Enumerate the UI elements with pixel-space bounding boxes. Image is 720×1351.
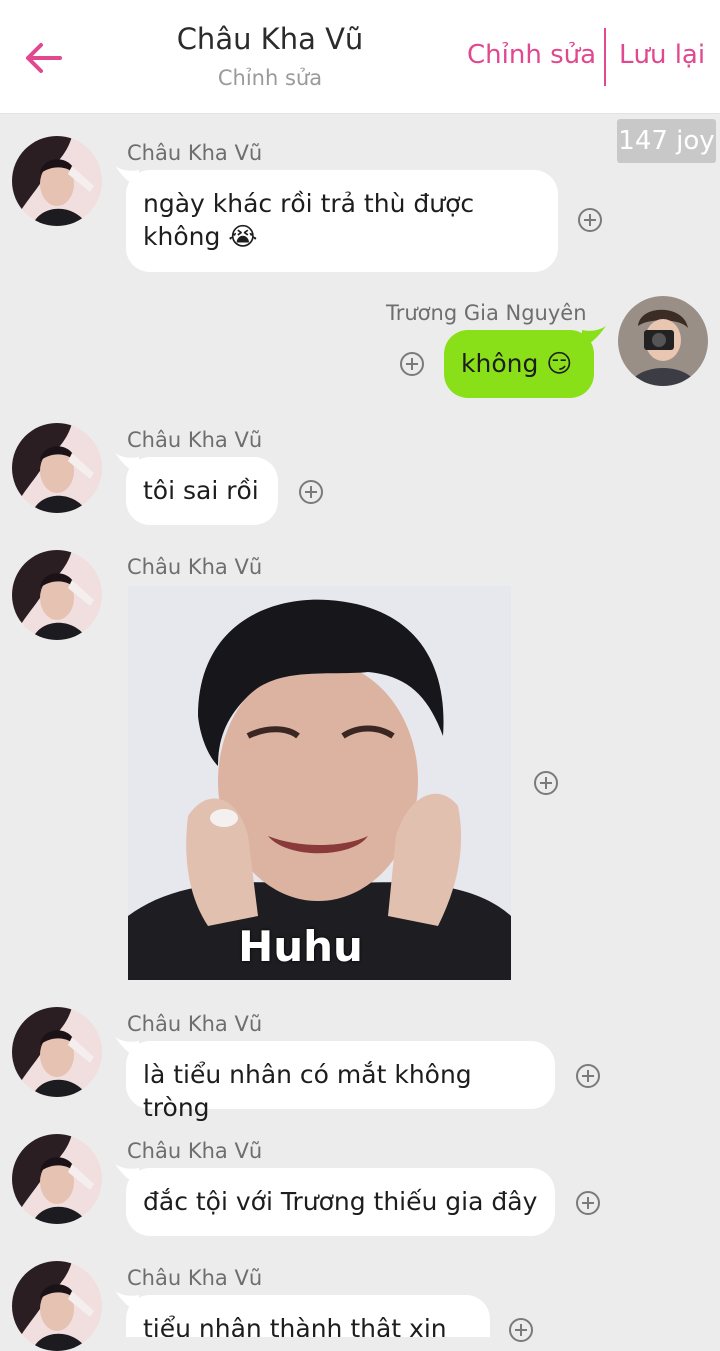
- avatar[interactable]: [12, 1261, 102, 1351]
- sender-name: Châu Kha Vũ: [127, 141, 263, 165]
- plus-circle-icon[interactable]: [576, 1064, 600, 1088]
- avatar-image: [12, 136, 102, 226]
- plus-circle-icon[interactable]: [576, 1191, 600, 1215]
- joy-counter-badge: 147 joy: [617, 119, 716, 163]
- edit-button[interactable]: Chỉnh sửa: [467, 40, 596, 70]
- chat-title: Châu Kha Vũ: [176, 22, 364, 56]
- top-bar: Châu Kha Vũ Chỉnh sửa Chỉnh sửa Lưu lại: [0, 0, 720, 114]
- avatar[interactable]: [12, 136, 102, 226]
- sticker-image[interactable]: Huhu: [128, 586, 511, 980]
- header-divider: [604, 28, 606, 86]
- plus-circle-icon[interactable]: [400, 352, 424, 376]
- plus-circle-icon[interactable]: [509, 1318, 533, 1342]
- plus-circle-icon[interactable]: [534, 771, 558, 795]
- sticker-caption: Huhu: [238, 922, 363, 971]
- avatar[interactable]: [12, 423, 102, 513]
- chat-subtitle[interactable]: Chỉnh sửa: [120, 66, 420, 90]
- back-arrow-icon[interactable]: [22, 36, 66, 80]
- message-bubble[interactable]: ngày khác rồi trả thù được không 😭: [126, 170, 558, 272]
- save-button[interactable]: Lưu lại: [619, 40, 705, 70]
- message-bubble[interactable]: tôi sai rồi: [126, 457, 278, 525]
- avatar-image: [12, 1007, 102, 1097]
- plus-circle-icon[interactable]: [578, 208, 602, 232]
- avatar[interactable]: [618, 296, 708, 386]
- sender-name: Trương Gia Nguyên: [386, 301, 587, 325]
- sender-name: Châu Kha Vũ: [127, 1139, 263, 1163]
- avatar-image: [12, 550, 102, 640]
- crying-boy-sticker: [128, 586, 511, 980]
- avatar[interactable]: [12, 550, 102, 640]
- avatar[interactable]: [12, 1134, 102, 1224]
- message-bubble[interactable]: là tiểu nhân có mắt không tròng: [126, 1041, 555, 1122]
- plus-circle-icon[interactable]: [299, 480, 323, 504]
- avatar-image: [618, 296, 708, 386]
- sender-name: Châu Kha Vũ: [127, 1266, 263, 1290]
- sender-name: Châu Kha Vũ: [127, 428, 263, 452]
- avatar[interactable]: [12, 1007, 102, 1097]
- avatar-image: [12, 1261, 102, 1351]
- message-bubble[interactable]: đắc tội với Trương thiếu gia đây: [126, 1168, 555, 1236]
- avatar-image: [12, 1134, 102, 1224]
- message-bubble[interactable]: không 😏: [444, 330, 594, 398]
- sender-name: Châu Kha Vũ: [127, 555, 263, 579]
- avatar-image: [12, 423, 102, 513]
- message-bubble[interactable]: tiểu nhân thành thật xin lỗi: [126, 1295, 490, 1337]
- sender-name: Châu Kha Vũ: [127, 1012, 263, 1036]
